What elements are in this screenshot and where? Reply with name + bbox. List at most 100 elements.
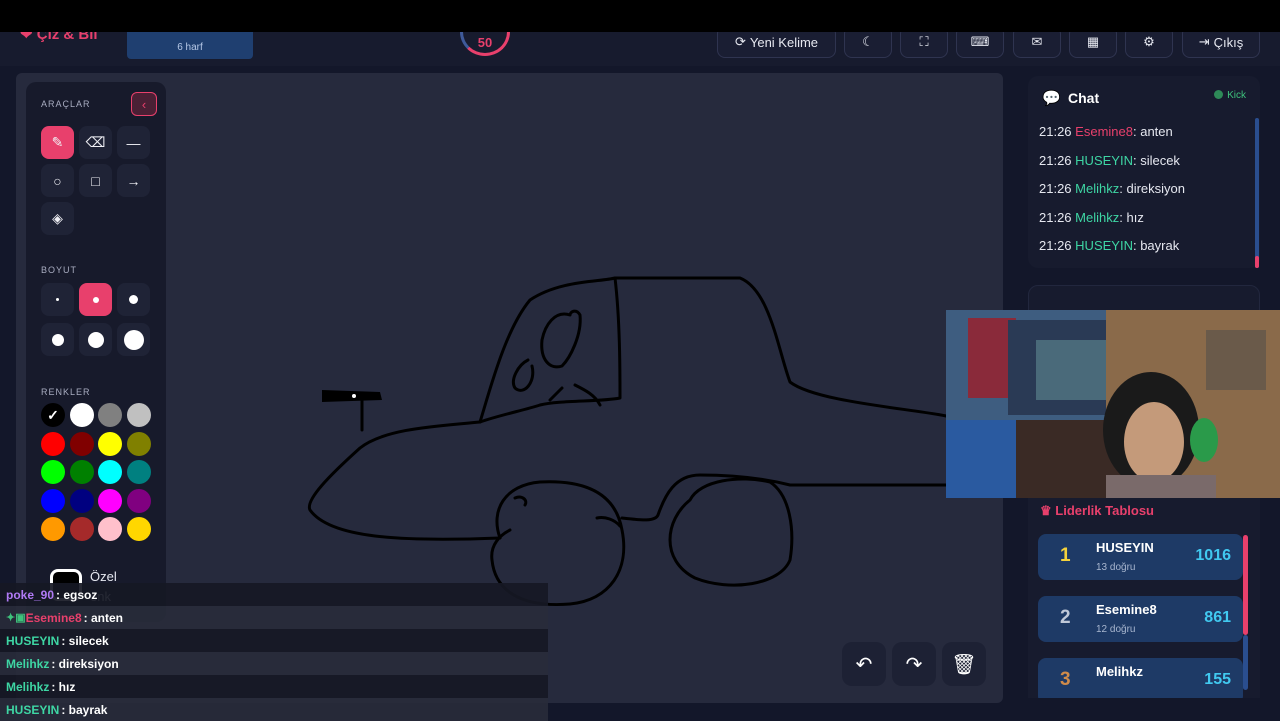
eraser-icon: ⌫ (85, 134, 106, 150)
chat-username[interactable]: Esemine8 (1075, 124, 1133, 139)
fullscreen-icon: ⛶ (919, 34, 929, 49)
color-swatch[interactable] (69, 431, 94, 456)
timer-value: 50 (477, 35, 493, 50)
overlay-chat-row: ✦▣ Esemine8 : anten (0, 606, 548, 629)
overlay-username: Esemine8 (25, 610, 82, 625)
chat-username[interactable]: HUSEYIN (1075, 153, 1133, 168)
color-swatch[interactable]: ✓ (41, 403, 65, 427)
leaderboard-title: ♛ Liderlik Tablosu (1040, 503, 1154, 519)
size-3-button[interactable] (117, 283, 150, 316)
line-tool-button[interactable]: — (117, 126, 150, 159)
undo-button[interactable]: ↶ (842, 642, 886, 686)
leaderboard-panel: ♛ Liderlik Tablosu 1 HUSEYIN 13 doğru 1016 2… (1028, 498, 1260, 698)
timer: 50 (460, 32, 510, 56)
webcam-overlay (946, 310, 1280, 498)
chat-time: 21:26 (1039, 181, 1072, 196)
keyboard-icon: ⌨ (970, 34, 990, 49)
leader-score: 861 (1204, 609, 1231, 626)
color-swatch[interactable] (126, 460, 151, 484)
overlay-username: Melihkz (6, 656, 50, 671)
app-logo[interactable]: ❤ Çiz & Bil (20, 32, 98, 43)
chat-scrollbar[interactable] (1255, 118, 1259, 268)
size-6-button[interactable] (117, 323, 150, 356)
color-swatch[interactable] (126, 517, 151, 541)
color-swatch[interactable] (98, 517, 122, 541)
chat-panel: 💬 Chat Kick 21:26 Esemine8: anten 21:26 H… (1028, 76, 1260, 268)
brush-tool-button[interactable]: ✎ (41, 126, 74, 159)
chat-username[interactable]: HUSEYIN (1075, 238, 1133, 253)
chat-message: 21:26 HUSEYIN: bayrak (1039, 238, 1185, 267)
settings-button[interactable]: ⚙ (1125, 32, 1173, 58)
color-swatch[interactable] (126, 403, 151, 427)
new-word-button[interactable]: ⟳ Yeni Kelime (717, 32, 836, 58)
color-swatch[interactable] (69, 488, 94, 513)
overlay-username: poke_90 (6, 587, 55, 602)
leader-name: Melihkz (1096, 664, 1143, 679)
color-swatch[interactable] (69, 460, 94, 484)
size-1-button[interactable] (41, 283, 74, 316)
size-2-button[interactable] (79, 283, 112, 316)
fill-tool-button[interactable]: ◈ (41, 202, 74, 235)
overlay-chat-row: Melihkz : hız (0, 675, 548, 698)
leaderboard-entry: 2 Esemine8 12 doğru 861 (1038, 596, 1243, 642)
line-icon: — (126, 134, 141, 151)
chat-text: : hız (1119, 209, 1144, 225)
color-swatch[interactable] (41, 517, 65, 541)
chat-time: 21:26 (1039, 124, 1072, 139)
calendar-button[interactable]: ▦ (1069, 32, 1117, 58)
clear-canvas-button[interactable]: 🗑 (942, 642, 986, 686)
color-swatch[interactable] (69, 517, 94, 541)
color-swatch[interactable] (41, 460, 65, 484)
chat-message: 21:26 Esemine8: anten (1039, 124, 1185, 153)
wheel-mark-path (513, 495, 528, 507)
chat-bubbles-icon: 💬 (1042, 90, 1061, 107)
flag-dot (352, 394, 356, 398)
rear-wheel-path (668, 477, 794, 587)
color-swatch[interactable] (98, 403, 122, 427)
moon-icon: ☾ (862, 34, 874, 49)
color-swatch[interactable] (98, 460, 122, 484)
collapse-panel-button[interactable]: ‹ (131, 92, 157, 116)
seat-line-path (548, 386, 564, 402)
chat-time: 21:26 (1039, 152, 1072, 168)
color-swatch[interactable] (69, 403, 94, 427)
logo-text: Çiz & Bil (36, 32, 98, 43)
logout-button[interactable]: ⇥ Çıkış (1182, 32, 1260, 58)
tools-panel: ARAÇLAR ‹ ✎ ⌫ — ○ □ → ◈ BOYUT RENKLER ✓ … (26, 82, 166, 622)
top-bar (0, 0, 1280, 32)
undo-icon: ↶ (855, 653, 873, 676)
size-5-button[interactable] (79, 323, 112, 356)
chat-text: : anten (1132, 124, 1173, 139)
car-roof-path (478, 276, 962, 424)
leader-score: 155 (1204, 671, 1231, 688)
eraser-tool-button[interactable]: ⌫ (79, 126, 112, 159)
color-swatch[interactable] (126, 431, 151, 456)
size-4-button[interactable] (41, 323, 74, 356)
color-swatch[interactable] (41, 431, 65, 456)
refresh-icon: ⟳ (734, 34, 746, 49)
color-swatch[interactable] (41, 488, 65, 513)
arrow-tool-button[interactable]: → (117, 164, 150, 197)
logout-icon: ⇥ (1198, 34, 1210, 49)
new-word-label: Yeni Kelime (749, 34, 819, 50)
theme-button[interactable]: ☾ (844, 32, 892, 58)
chat-message: 21:26 Melihkz: hız (1039, 210, 1185, 239)
color-swatch[interactable] (98, 488, 122, 513)
color-swatch[interactable] (98, 431, 122, 456)
leaderboard-scroll-track (1243, 635, 1248, 690)
chat-username[interactable]: Melihkz (1075, 181, 1119, 196)
leaderboard-scrollbar[interactable] (1243, 535, 1248, 635)
mail-button[interactable]: ✉ (1013, 32, 1061, 58)
redo-button[interactable]: ↷ (892, 642, 936, 686)
chat-title: Chat (1068, 90, 1100, 106)
chat-text: : direksiyon (1119, 181, 1185, 196)
color-swatch[interactable] (126, 488, 151, 513)
leaderboard-title-text: Liderlik Tablosu (1055, 503, 1154, 518)
square-tool-button[interactable]: □ (79, 164, 112, 197)
chat-username[interactable]: Melihkz (1075, 210, 1119, 225)
brush-icon: ✎ (51, 134, 64, 150)
circle-tool-button[interactable]: ○ (41, 164, 74, 197)
keyboard-button[interactable]: ⌨ (956, 32, 1004, 58)
fullscreen-button[interactable]: ⛶ (900, 32, 948, 58)
badge-icon: ✦▣ (6, 612, 26, 624)
